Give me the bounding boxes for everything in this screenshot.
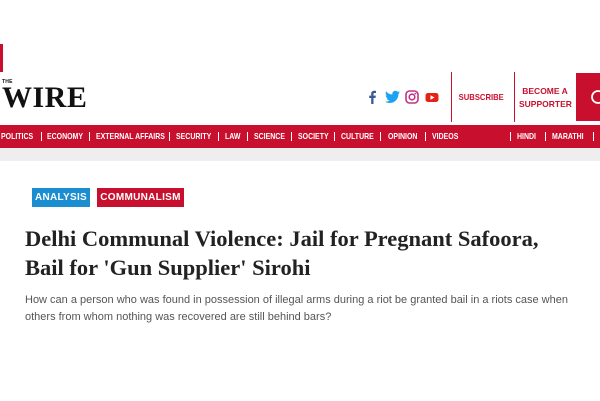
- nav-item-economy[interactable]: ECONOMY: [47, 125, 83, 148]
- nav-item-politics[interactable]: POLITICS: [1, 125, 33, 148]
- instagram-icon[interactable]: [405, 90, 419, 104]
- logo-wire: WIRE: [2, 81, 88, 114]
- nav-item-law[interactable]: LAW: [225, 125, 240, 148]
- twitter-icon[interactable]: [385, 90, 400, 104]
- nav-separator: [545, 132, 546, 141]
- nav-item-society[interactable]: SOCIETY: [298, 125, 329, 148]
- nav-item-science[interactable]: SCIENCE: [254, 125, 285, 148]
- nav-separator: [380, 132, 381, 141]
- nav-separator: [291, 132, 292, 141]
- nav-shadow-band: [0, 148, 600, 161]
- nav-item-videos[interactable]: VIDEOS: [432, 125, 458, 148]
- become-line2: SUPPORTER: [519, 99, 572, 109]
- search-button[interactable]: [576, 73, 600, 121]
- nav-separator: [510, 132, 511, 141]
- tag-communalism[interactable]: COMMUNALISM: [97, 188, 184, 207]
- main-nav: POLITICS ECONOMY EXTERNAL AFFAIRS SECURI…: [0, 125, 600, 148]
- article-title-line2: Bail for 'Gun Supplier' Sirohi: [25, 255, 311, 280]
- nav-separator: [425, 132, 426, 141]
- nav-separator: [169, 132, 170, 141]
- become-line1: BECOME A: [522, 86, 568, 96]
- article-summary: How can a person who was found in posses…: [25, 294, 568, 323]
- facebook-icon[interactable]: [367, 90, 377, 104]
- nav-separator: [41, 132, 42, 141]
- nav-item-culture[interactable]: CULTURE: [341, 125, 374, 148]
- search-icon: [591, 90, 600, 104]
- subscribe-link[interactable]: SUBSCRIBE: [456, 92, 506, 102]
- header-divider: [451, 72, 452, 122]
- nav-separator: [89, 132, 90, 141]
- tag-analysis[interactable]: ANALYSIS: [32, 188, 90, 207]
- nav-separator: [593, 132, 594, 141]
- nav-item-hindi[interactable]: HINDI: [517, 125, 536, 148]
- nav-item-security[interactable]: SECURITY: [176, 125, 211, 148]
- nav-item-external-affairs[interactable]: EXTERNAL AFFAIRS: [96, 125, 165, 148]
- nav-separator: [247, 132, 248, 141]
- nav-separator: [334, 132, 335, 141]
- header-divider: [514, 72, 515, 122]
- left-accent-bar: [0, 44, 3, 72]
- article-title: Delhi Communal Violence: Jail for Pregna…: [25, 224, 600, 282]
- become-supporter-link[interactable]: BECOME A SUPPORTER: [519, 85, 572, 111]
- nav-separator: [218, 132, 219, 141]
- article-title-line1: Delhi Communal Violence: Jail for Pregna…: [25, 226, 539, 251]
- nav-item-opinion[interactable]: OPINION: [388, 125, 417, 148]
- youtube-icon[interactable]: [425, 90, 439, 104]
- nav-item-marathi[interactable]: MARATHI: [552, 125, 584, 148]
